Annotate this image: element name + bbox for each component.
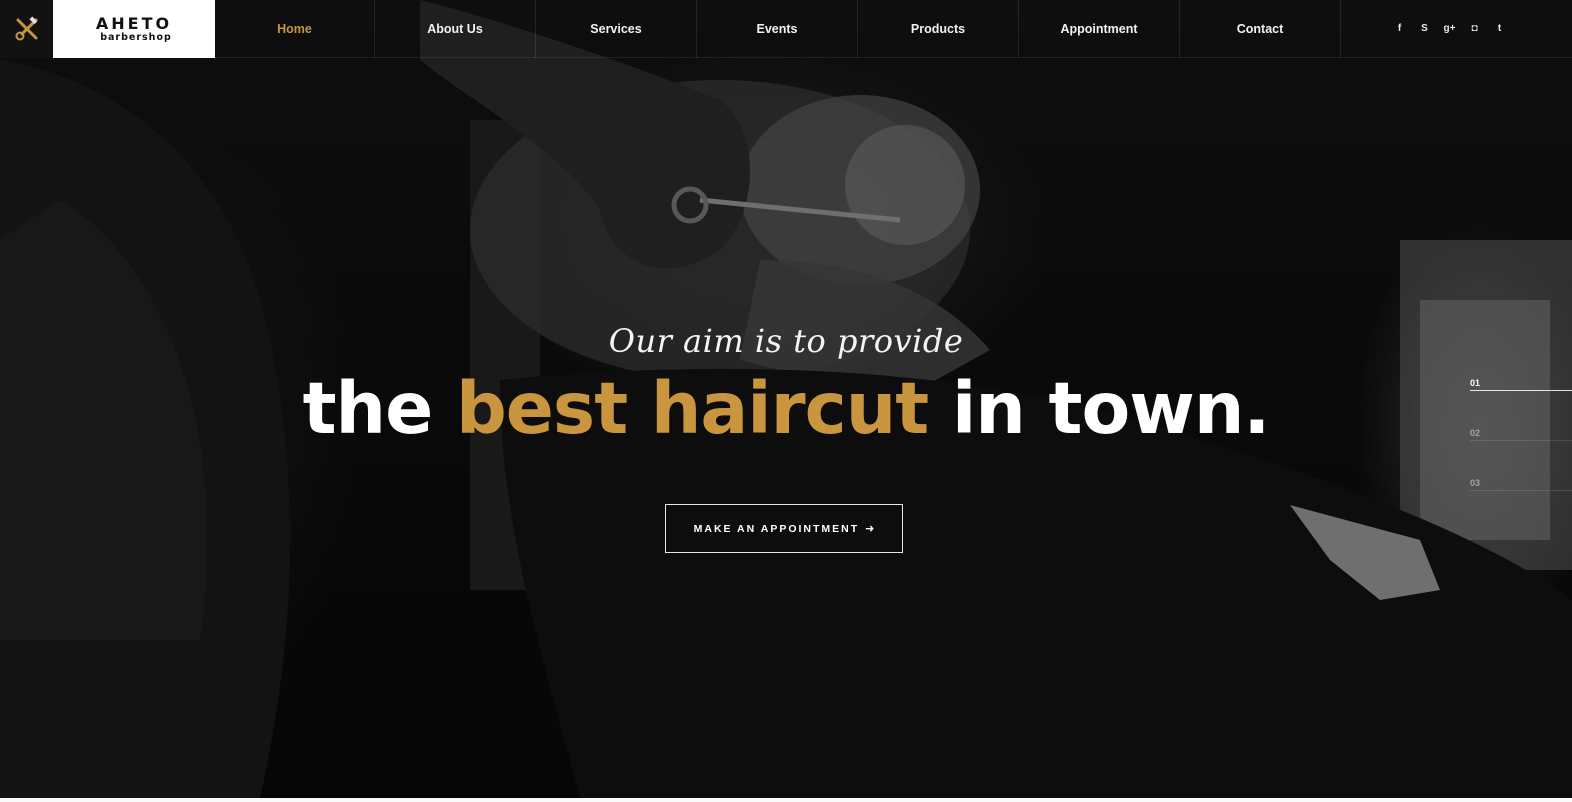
google-plus-icon[interactable]: g+: [1444, 23, 1456, 35]
scissors-razor-icon: [15, 16, 37, 41]
slide-number: 01: [1470, 378, 1481, 388]
hero-headline: the best haircut in town.: [0, 366, 1572, 452]
headline-end: in town.: [928, 367, 1270, 450]
headline-accent: best haircut: [455, 367, 929, 450]
nav-item-appointment[interactable]: Appointment: [1019, 0, 1180, 58]
nav-item-products[interactable]: Products: [858, 0, 1019, 58]
make-appointment-button[interactable]: MAKE AN APPOINTMENT ➜: [665, 504, 903, 553]
twitter-icon[interactable]: t: [1494, 23, 1506, 35]
brand-logo[interactable]: AHETO barbershop: [53, 0, 215, 58]
nav-item-home[interactable]: Home: [215, 0, 375, 58]
headline-start: the: [302, 367, 456, 450]
logo-icon-box[interactable]: [0, 0, 53, 58]
slide-indicator-02[interactable]: 02: [1470, 428, 1572, 478]
instagram-icon[interactable]: ◘: [1469, 23, 1481, 35]
nav-item-events[interactable]: Events: [697, 0, 858, 58]
nav-item-contact[interactable]: Contact: [1180, 0, 1341, 58]
brand-subtitle: barbershop: [100, 31, 172, 43]
main-navbar: AHETO barbershop Home About Us Services …: [0, 0, 1572, 58]
arrow-right-icon: ➜: [865, 523, 875, 535]
page-bottom-edge: [0, 798, 1572, 802]
slide-line: [1470, 490, 1572, 491]
facebook-icon[interactable]: f: [1394, 23, 1406, 35]
hero-tagline: Our aim is to provide: [608, 322, 964, 360]
nav-menu: Home About Us Services Events Products A…: [215, 0, 1341, 58]
nav-item-about-us[interactable]: About Us: [375, 0, 536, 58]
social-links: f S g+ ◘ t: [1341, 0, 1572, 57]
brand-name: AHETO: [95, 13, 173, 33]
slide-number: 03: [1470, 478, 1481, 488]
slide-number: 02: [1470, 428, 1481, 438]
slider-pagination: 01 02 03: [1470, 378, 1572, 528]
skype-icon[interactable]: S: [1419, 23, 1431, 35]
cta-label: MAKE AN APPOINTMENT: [693, 522, 860, 535]
slide-indicator-01[interactable]: 01: [1470, 378, 1572, 428]
slide-line: [1470, 390, 1572, 391]
slide-indicator-03[interactable]: 03: [1470, 478, 1572, 528]
slide-line: [1470, 440, 1572, 441]
nav-item-services[interactable]: Services: [536, 0, 697, 58]
